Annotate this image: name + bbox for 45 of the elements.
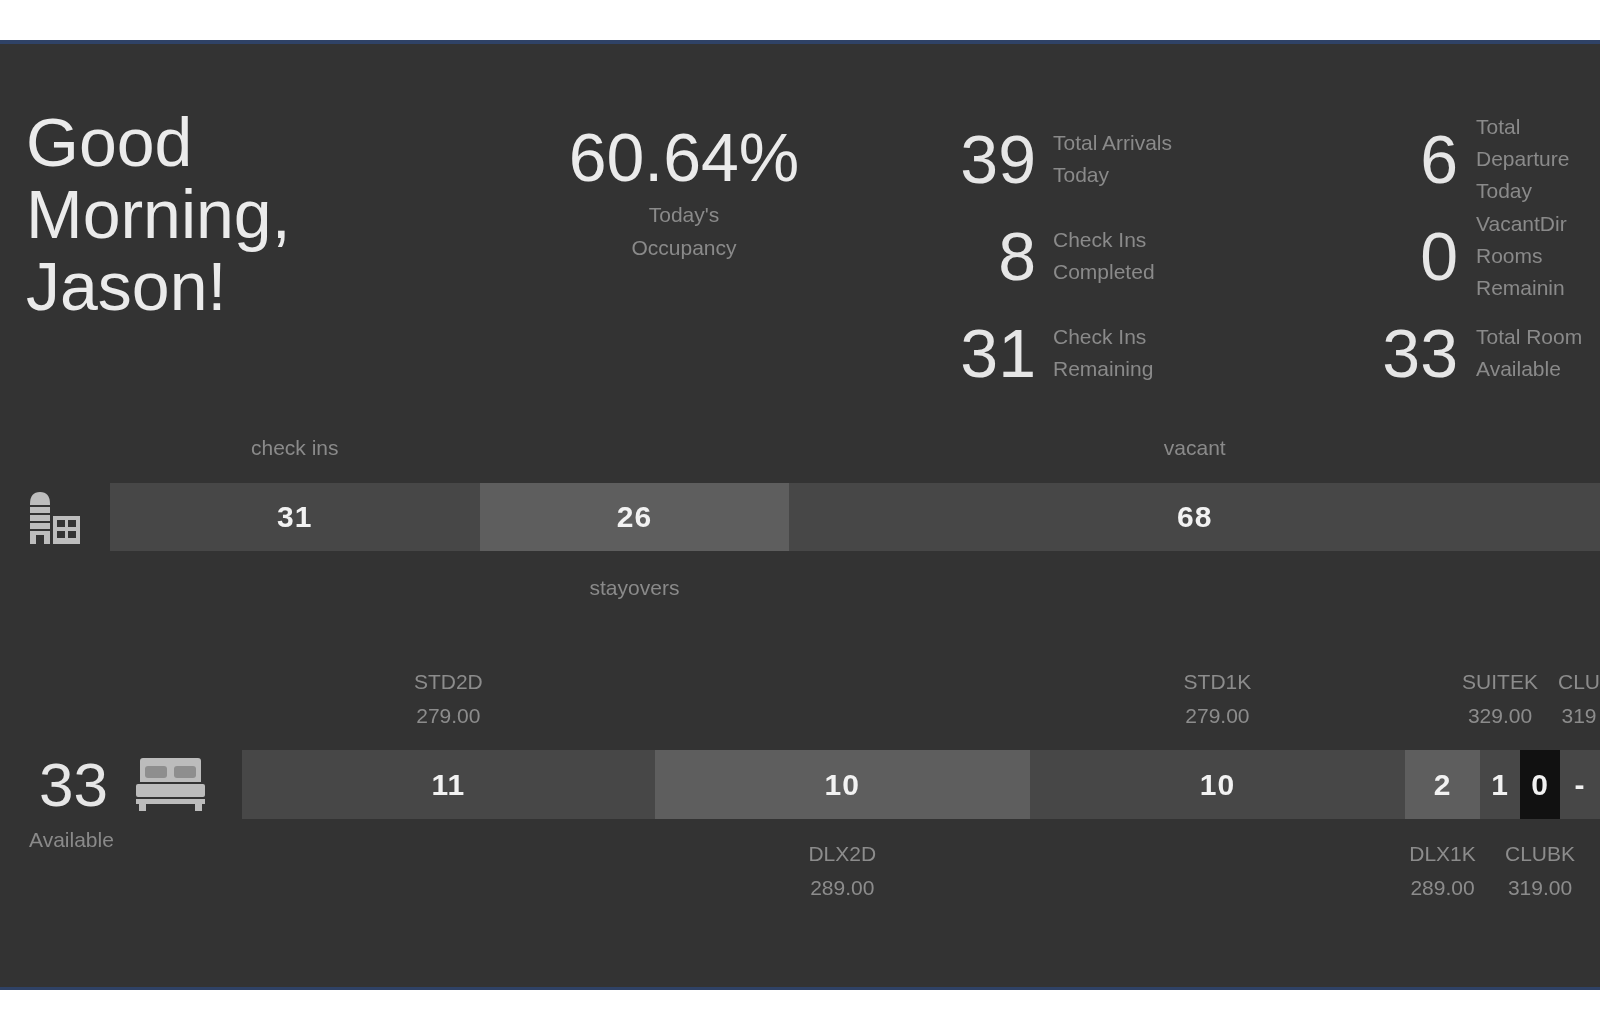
room-type-code: CLU <box>1558 669 1600 695</box>
room-rate: 279.00 <box>1185 703 1250 729</box>
segment-label: check ins <box>251 436 339 460</box>
stat-value: 33 <box>1382 316 1458 389</box>
greeting-heading: Good Morning, Jason! <box>26 106 292 322</box>
stat-label: Check Ins Remaining <box>1053 323 1155 382</box>
stat-value: 39 <box>960 122 1036 195</box>
room-rate: 319.00 <box>1507 875 1573 901</box>
room-rate: 289.00 <box>1410 875 1475 901</box>
occupancy-label: Today's Occupancy <box>630 202 738 261</box>
room-rate: 329.00 <box>1467 703 1533 729</box>
room-type-code: DLX2D <box>808 841 877 867</box>
bed-icon <box>135 758 205 811</box>
room-type-segment: 0 <box>1520 750 1560 819</box>
segment-label: stayovers <box>589 576 680 600</box>
stat-value: 8 <box>998 219 1036 292</box>
occupancy-value: 60.64% <box>568 119 800 195</box>
stat-value: 31 <box>960 316 1036 389</box>
room-rate: 319 <box>1561 703 1597 729</box>
stat-label: Check Ins Completed <box>1053 226 1156 285</box>
room-type-code: SUITEK <box>1462 669 1538 695</box>
occupancy-segment: 68 <box>789 483 1600 551</box>
room-type-segment: - <box>1560 750 1600 819</box>
stat-value: 0 <box>1420 219 1458 292</box>
room-type-code: CLUBK <box>1505 841 1576 867</box>
available-label: Available <box>29 828 114 852</box>
stat-label: Total Room Available <box>1476 323 1584 382</box>
occupancy-segment: 26 <box>479 483 790 551</box>
stat-value: 6 <box>1420 122 1458 195</box>
stat-label: Total Departure Today <box>1476 113 1571 204</box>
room-rate: 279.00 <box>416 703 481 729</box>
room-type-code: STD2D <box>413 669 483 695</box>
segment-label: vacant <box>1163 436 1226 460</box>
room-type-segment: 10 <box>654 750 1030 819</box>
room-type-code: DLX1K <box>1409 841 1476 867</box>
stat-label: VacantDir Rooms Remainin <box>1476 210 1568 301</box>
room-type-code: STD1K <box>1183 669 1252 695</box>
stat-label: Total Arrivals Today <box>1053 129 1174 188</box>
room-rate: 289.00 <box>810 875 875 901</box>
room-type-segment: 10 <box>1029 750 1405 819</box>
room-type-segment: 1 <box>1480 750 1520 819</box>
available-count: 33 <box>39 751 108 818</box>
room-type-segment: 11 <box>242 750 655 819</box>
occupancy-segment: 31 <box>110 483 480 551</box>
room-type-segment: 2 <box>1405 750 1480 819</box>
